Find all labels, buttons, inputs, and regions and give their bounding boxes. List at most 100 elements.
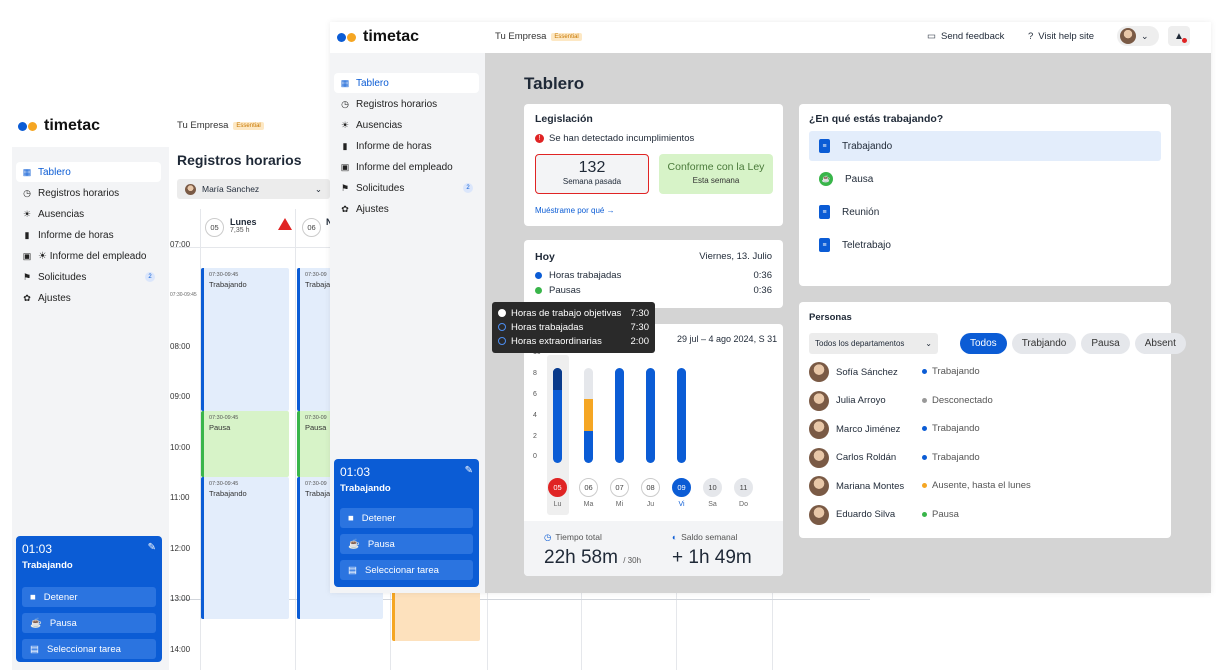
department-select[interactable]: Todos los departamentos ⌄ — [809, 333, 938, 354]
sidebar-item-1[interactable]: ◷ Registros horarios — [334, 94, 479, 114]
select-task-button[interactable]: ▤ Seleccionar tarea — [22, 639, 156, 659]
task-working[interactable]: ≡ Trabajando — [809, 131, 1161, 161]
today-card: Hoy Viernes, 13. Julio Horas trabajadas 0:… — [524, 240, 783, 308]
alert-icon: ! — [535, 134, 544, 143]
today-row: Pausas 0:36 — [535, 285, 772, 296]
day-number: 05 — [205, 218, 224, 237]
bar-Vi[interactable] — [677, 367, 686, 463]
bar-Lu[interactable] — [553, 367, 562, 463]
user-menu[interactable]: ⌄ — [1117, 26, 1159, 46]
sidebar-item-3[interactable]: ▮ Informe de horas — [16, 225, 161, 245]
chip-pause[interactable]: Pausa — [1081, 333, 1130, 354]
task-meeting[interactable]: ≡ Reunión — [809, 197, 1161, 227]
sidebar-item-3[interactable]: ▮ Informe de horas — [334, 136, 479, 156]
select-task-button[interactable]: ▤ Seleccionar tarea — [340, 560, 473, 580]
person-row[interactable]: Carlos Roldán — [809, 447, 896, 468]
bar-Mi[interactable] — [615, 367, 624, 463]
sidebar-item-label: Informe del empleado — [356, 161, 453, 173]
sidebar-item-4[interactable]: ▣ ☀ Informe del empleado — [16, 246, 161, 266]
day-circle[interactable]: 11 — [734, 478, 753, 497]
day-circle[interactable]: 06 — [579, 478, 598, 497]
last-week-box[interactable]: 132 Semana pasada — [535, 154, 649, 194]
stop-button[interactable]: ■ Detener — [22, 587, 156, 607]
day-circle[interactable]: 08 — [641, 478, 660, 497]
company-name: Tu Empresa Essential — [177, 120, 264, 131]
sidebar-item-label: Ajustes — [38, 292, 71, 304]
notifications-button[interactable]: ▲ — [1168, 26, 1190, 46]
sidebar-item-0[interactable]: ▦ Tablero — [334, 73, 479, 93]
compliance-box[interactable]: Conforme con la Ley Esta semana — [659, 154, 773, 194]
day-name: Do — [739, 501, 748, 508]
sun-icon: ☀ — [22, 208, 32, 219]
day-name: Vi — [678, 501, 685, 508]
person-name: Eduardo Silva — [836, 509, 896, 520]
report-icon: ▣ — [22, 250, 32, 261]
chip-working[interactable]: Trabjando — [1011, 333, 1077, 354]
person-row[interactable]: Eduardo Silva — [809, 504, 896, 525]
bar-overtime — [553, 367, 562, 390]
total-time: 22h 58m / 30h — [544, 547, 642, 568]
chevron-down-icon: ⌄ — [1141, 30, 1149, 41]
chip-todos[interactable]: Todos — [960, 333, 1007, 354]
time-entry[interactable]: 07:30-09:45 Trabajando — [201, 268, 289, 411]
sidebar-item-1[interactable]: ◷ Registros horarios — [16, 183, 161, 203]
today-date: Viernes, 13. Julio — [699, 251, 772, 262]
bar-Ju[interactable] — [646, 367, 655, 463]
day-name: Lu — [553, 501, 562, 508]
y-tick: 2 — [533, 433, 537, 440]
person-row[interactable]: Mariana Montes — [809, 476, 904, 496]
y-tick: 6 — [533, 391, 537, 398]
person-row[interactable]: Sofía Sánchez — [809, 362, 898, 382]
person-row[interactable]: Marco Jiménez — [809, 419, 900, 439]
bars-icon: ▮ — [24, 229, 30, 240]
status-dot — [922, 426, 927, 431]
day-circle[interactable]: 05 — [548, 478, 567, 497]
time-label: 07:00 — [170, 240, 191, 249]
chevron-down-icon: ⌄ — [314, 183, 322, 194]
person-row[interactable]: Julia Arroyo — [809, 390, 886, 411]
pencil-icon[interactable]: ✎ — [465, 465, 473, 479]
grid-icon: ▦ — [340, 77, 350, 88]
day-name: Ju — [646, 501, 655, 508]
sidebar-item-5[interactable]: ⚑ Solicitudes 2 — [334, 178, 479, 198]
pause-button[interactable]: ☕ Pausa — [340, 534, 473, 554]
task-remote[interactable]: ≡ Teletrabajo — [809, 230, 1161, 260]
timer-status: Trabajando — [340, 483, 391, 494]
pencil-icon[interactable]: ✎ — [148, 542, 156, 556]
bars-icon: ▮ — [342, 140, 348, 151]
send-feedback-link[interactable]: ▭ Send feedback — [927, 31, 1004, 42]
sidebar-item-5[interactable]: ⚑ Solicitudes 2 — [16, 267, 161, 287]
help-link[interactable]: ? Visit help site — [1028, 31, 1094, 42]
sidebar-item-6[interactable]: ✿ Ajustes — [334, 199, 479, 219]
user-select[interactable]: María Sanchez ⌄ — [177, 179, 330, 199]
day-circle[interactable]: 07 — [610, 478, 629, 497]
clock-icon: ◷ — [341, 98, 349, 109]
day-circle[interactable]: 10 — [703, 478, 722, 497]
stop-button[interactable]: ■ Detener — [340, 508, 473, 528]
day-circle[interactable]: 09 — [672, 478, 691, 497]
clipboard-icon: ≡ — [819, 238, 830, 252]
notification-dot — [1182, 38, 1187, 43]
bar-Ma[interactable] — [584, 367, 593, 463]
time-entry[interactable] — [392, 588, 480, 641]
sidebar-item-2[interactable]: ☀ Ausencias — [16, 204, 161, 224]
time-entry[interactable]: 07:30-09:45 Pausa — [201, 411, 289, 477]
sidebar-item-0[interactable]: ▦ Tablero — [16, 162, 161, 182]
chip-absent[interactable]: Absent — [1134, 333, 1186, 354]
show-why-link[interactable]: Muéstrame por qué → — [535, 206, 615, 215]
sidebar-nav: ▦ Tablero ◷ Registros horarios ☀ Ausencias ▮ In… — [16, 162, 161, 309]
sidebar-item-6[interactable]: ✿ Ajustes — [16, 288, 161, 308]
page-title: Registros horarios — [177, 152, 302, 168]
card-title: Hoy — [535, 251, 555, 263]
sidebar-item-2[interactable]: ☀ Ausencias — [334, 115, 479, 135]
task-pause[interactable]: ☕ Pausa — [809, 164, 1161, 194]
sidebar-item-label: Tablero — [356, 77, 389, 89]
time-entry[interactable]: 07:30-09:45 Trabajando — [201, 477, 289, 619]
y-tick: 4 — [533, 412, 537, 419]
pause-button[interactable]: ☕ Pausa — [22, 613, 156, 633]
page-title: Tablero — [524, 74, 585, 93]
timer-widget: 01:03 ✎ Trabajando ■ Detener ☕ Pausa ▤ Selec… — [16, 536, 162, 662]
timer-time: 01:03 — [22, 542, 53, 556]
sidebar-item-label: Informe de horas — [356, 140, 432, 152]
sidebar-item-4[interactable]: ▣ Informe del empleado — [334, 157, 479, 177]
